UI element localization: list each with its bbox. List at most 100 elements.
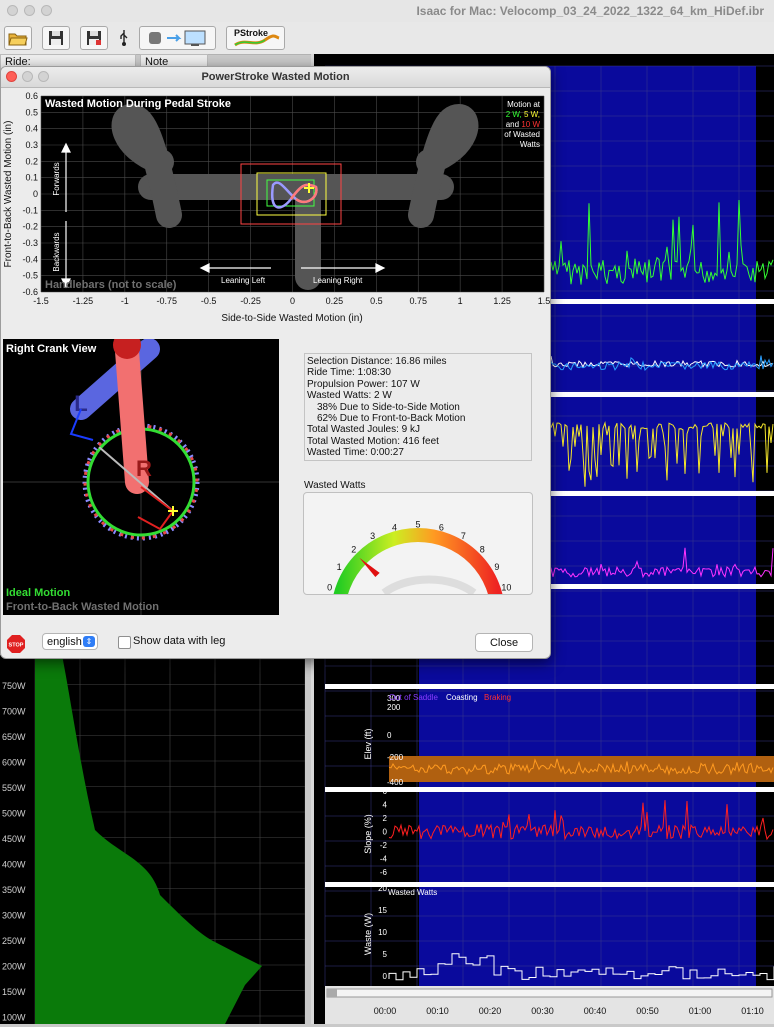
stat-joules: Total Wasted Joules: 9 kJ xyxy=(307,424,421,436)
left-crank-label: L xyxy=(74,391,87,416)
y-tick-label: -0.2 xyxy=(22,222,38,232)
power-axis-label: 300W xyxy=(2,911,26,921)
leaning-right-label: Leaning Right xyxy=(313,276,363,285)
floppy-disk-icon xyxy=(49,31,63,45)
power-axis-label: 400W xyxy=(2,860,26,870)
wasted-watts-graph-title: Wasted Watts xyxy=(388,888,437,897)
usb-icon xyxy=(120,30,128,46)
x-tick-label: -0.25 xyxy=(240,296,261,306)
x-tick-label: -1.25 xyxy=(73,296,94,306)
waste-tick-label: 5 xyxy=(383,950,388,959)
timeline-scrollbar[interactable] xyxy=(326,988,773,998)
stat-ride-time: Ride Time: 1:08:30 xyxy=(307,367,391,379)
time-tick-label: 01:10 xyxy=(741,1006,764,1016)
x-tick-label: 1.25 xyxy=(493,296,511,306)
language-select[interactable]: english ⇕ xyxy=(42,633,98,650)
ideal-motion-label: Ideal Motion xyxy=(6,587,70,599)
save-button[interactable] xyxy=(42,26,70,50)
gauge-tick-label: 6 xyxy=(439,522,444,532)
x-tick-label: -1 xyxy=(121,296,129,306)
y-tick-label: 0.2 xyxy=(25,156,38,166)
handlebars-note: Handlebars (not to scale) xyxy=(45,279,177,291)
slope-tick-label: -6 xyxy=(380,868,388,877)
gauge-tick-label: 3 xyxy=(370,531,375,541)
window-title: Isaac for Mac: Velocomp_03_24_2022_1322_… xyxy=(416,4,764,18)
power-axis-label: 600W xyxy=(2,758,26,768)
x-tick-label: 0.5 xyxy=(370,296,383,306)
dialog-close-button[interactable] xyxy=(6,71,17,82)
save-as-button[interactable] xyxy=(80,26,108,50)
wasted-motion-chart: Forwards Backwards Leaning Left Leaning … xyxy=(3,91,550,324)
leaning-left-label: Leaning Left xyxy=(221,276,266,285)
axis-tick-200: 200 xyxy=(387,703,401,712)
time-tick-label: 00:30 xyxy=(531,1006,554,1016)
wasted-watts-label: Wasted Watts xyxy=(304,480,366,491)
pstroke-icon: PStroke xyxy=(234,28,280,47)
wasted-motion-title: Wasted Motion During Pedal Stroke xyxy=(45,98,231,110)
x-tick-label: -0.5 xyxy=(201,296,217,306)
y-tick-label: 0.5 xyxy=(25,107,38,117)
minimize-window-button[interactable] xyxy=(24,5,35,16)
power-axis-label: 100W xyxy=(2,1013,26,1023)
x-tick-label: 0 xyxy=(290,296,295,306)
axis-tick-neg200: -200 xyxy=(387,753,404,762)
gauge-tick-label: 9 xyxy=(494,562,499,572)
elev-axis-label: Elev (ft) xyxy=(363,728,373,759)
folder-icon xyxy=(8,33,28,46)
legend-braking: Braking xyxy=(484,693,511,702)
show-leg-label: Show data with leg xyxy=(133,635,226,647)
legend-line-5: Watts xyxy=(520,140,540,149)
stop-icon[interactable]: STOP xyxy=(6,634,26,654)
usb-button[interactable] xyxy=(114,26,134,50)
dialog-footer: STOP english ⇕ Show data with leg Close xyxy=(1,629,550,657)
slope-tick-label: 4 xyxy=(383,801,388,810)
power-histogram: 750W 700W 650W 600W 550W 500W 450W 400W 350W 300W… xyxy=(2,655,306,1024)
axis-tick-0: 0 xyxy=(387,731,392,740)
pstroke-label: PStroke xyxy=(234,28,268,38)
pstroke-button[interactable]: PStroke xyxy=(226,26,285,50)
slope-tick-label: -4 xyxy=(380,855,388,864)
gauge-tick-label: 0 xyxy=(327,583,332,593)
slope-tick-label: 6 xyxy=(383,787,388,796)
zoom-window-button[interactable] xyxy=(41,5,52,16)
gauge-tick-label: 8 xyxy=(480,544,485,554)
show-leg-checkbox[interactable] xyxy=(118,636,131,649)
dialog-zoom-button[interactable] xyxy=(38,71,49,82)
waste-tick-label: 15 xyxy=(378,906,387,915)
x-tick-label: 0.25 xyxy=(326,296,344,306)
legend-line-2: 2 W, 5 W, xyxy=(506,110,540,119)
device-to-computer-icon xyxy=(148,30,205,46)
chevron-updown-icon: ⇕ xyxy=(83,636,95,647)
stat-wasted-watts: Wasted Watts: 2 W xyxy=(307,390,392,402)
power-axis-label: 200W xyxy=(2,962,26,972)
window-controls xyxy=(7,5,58,19)
gauge-tick-label: 2 xyxy=(351,544,356,554)
legend-line-4: of Wasted xyxy=(504,130,540,139)
backwards-label: Backwards xyxy=(52,232,61,271)
window-title-bar: Isaac for Mac: Velocomp_03_24_2022_1322_… xyxy=(0,0,774,23)
y-tick-label: -0.1 xyxy=(22,205,38,215)
close-button[interactable]: Close xyxy=(475,633,533,652)
powerstroke-dialog: PowerStroke Wasted Motion Forwards Backw… xyxy=(0,66,551,659)
slope-axis-label: Slope (%) xyxy=(363,814,373,854)
wasted-watts-gauge: 0 1 2 3 4 5 6 7 8 9 10 xyxy=(303,492,533,616)
x-tick-label: 0.75 xyxy=(409,296,427,306)
power-axis-label: 150W xyxy=(2,987,26,997)
elevation-band xyxy=(389,756,774,782)
gauge-tick-label: 4 xyxy=(392,522,397,532)
close-window-button[interactable] xyxy=(7,5,18,16)
transfer-to-computer-button[interactable] xyxy=(139,26,216,50)
time-tick-label: 00:00 xyxy=(374,1006,397,1016)
stat-distance: Selection Distance: 16.86 miles xyxy=(307,356,447,367)
scrollbar-thumb[interactable] xyxy=(327,989,337,997)
power-histogram-panel: 750W 700W 650W 600W 550W 500W 450W 400W 350W 300W… xyxy=(0,655,306,1024)
language-value: english xyxy=(47,636,82,648)
waste-axis-label: Waste (W) xyxy=(363,913,373,955)
y-tick-label: 0.4 xyxy=(25,124,38,134)
open-folder-button[interactable] xyxy=(4,26,32,50)
power-axis-label: 450W xyxy=(2,834,26,844)
power-axis-label: 700W xyxy=(2,707,26,717)
right-crank-view: L R Right Crank View Ideal Motion Front-… xyxy=(3,339,279,615)
dialog-minimize-button[interactable] xyxy=(22,71,33,82)
slope-tick-label: 0 xyxy=(383,828,388,837)
